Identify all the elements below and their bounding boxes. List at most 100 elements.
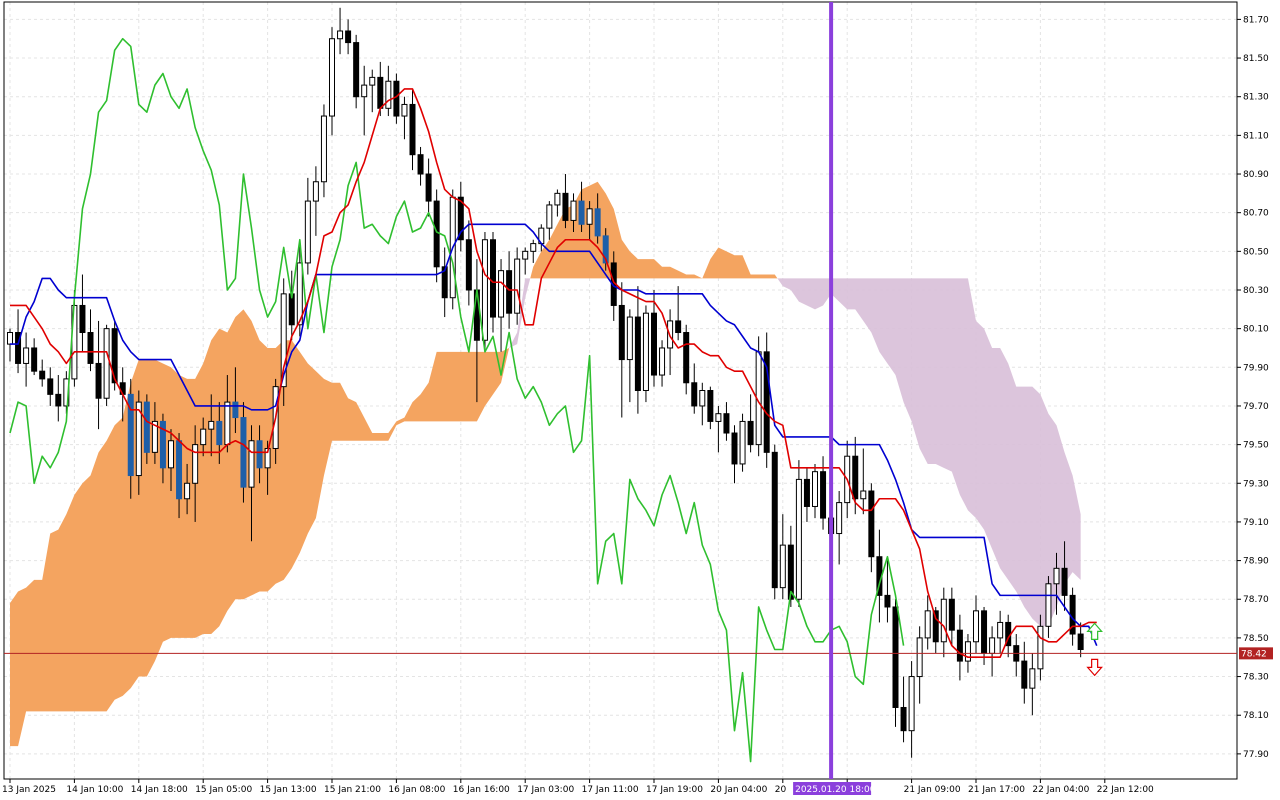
candle [312,166,319,236]
sell-signal-down-arrow-icon [1086,658,1103,677]
y-tick-label: 81.10 [1243,131,1269,141]
candle [892,599,899,727]
candle-body-bull [184,482,191,500]
candle [940,587,947,658]
candle [320,104,327,198]
candle-body-bull [224,401,231,446]
candle-body-bull [642,312,649,391]
candle-body-bull [570,200,577,221]
kumo-bullish-area [10,309,510,747]
candle [522,247,529,275]
candle [747,394,754,453]
candle-body-bull [320,115,327,183]
candle-body-bull [916,637,923,678]
candle-body-bear [216,420,223,446]
candle-body-bear [731,432,738,465]
candle [353,34,360,109]
buy-signal-up-arrow-icon [1086,622,1103,640]
x-tick-label: 22 Jan 04:00 [1032,785,1089,795]
candle [715,405,722,453]
candle-body-bull [1053,567,1060,585]
candle-body-bull [1045,583,1052,627]
y-tick-label: 78.30 [1243,673,1269,683]
candle-body-bear [393,80,400,117]
candle [369,69,376,113]
candle [103,324,110,406]
candle-body-bear [900,706,907,732]
y-tick-label: 79.70 [1243,402,1269,412]
x-tick-label: 17 Jan 11:00 [582,785,639,795]
candle [916,626,923,704]
candle-body-bear [852,455,859,500]
y-tick-label: 81.50 [1243,54,1269,64]
candle-body-bear [707,390,714,422]
candle [55,375,62,422]
candle [900,676,907,743]
candle [691,363,698,414]
candle-body-bear [39,370,46,380]
candle [425,158,432,217]
candle-body-bear [176,440,183,500]
candle-body-bear [956,629,963,662]
x-tick-label: 14 Jan 10:00 [66,785,123,795]
candle-body-bear [578,200,585,225]
candle-body-bull [248,440,255,488]
y-tick-label: 79.90 [1243,363,1269,373]
candle [667,309,674,376]
candle [304,177,311,275]
candle-body-bull [192,444,199,484]
y-tick-label: 78.10 [1243,711,1269,721]
candle-body-bear [55,393,62,407]
candle-body-bear [868,490,875,558]
ichimoku-price-chart[interactable]: 81.70 81.50 81.30 81.10 80.90 80.70 80.50 80.30… [0,0,1280,800]
candle-body-bear [87,332,94,364]
x-axis: 13 Jan 2025 14 Jan 10:00 14 Jan 18:00 15 Ja… [2,779,1154,795]
candle-body-bull [1029,668,1036,689]
candle-body-bull [361,84,368,98]
candle [23,332,30,387]
candle [1045,576,1052,638]
candle [465,220,472,306]
chart-window: 81.70 81.50 81.30 81.10 80.90 80.70 80.50 80.30… [0,0,1280,800]
candle [956,614,963,681]
candle-body-bull [7,332,13,345]
candle [498,259,505,352]
candle-body-bull [337,30,344,40]
candle [280,278,287,406]
candle-body-bull [312,181,319,202]
candle-body-bull [103,328,110,399]
candle [642,305,649,403]
candle [948,587,955,646]
y-tick-label: 80.10 [1243,325,1269,335]
candle [1021,641,1028,704]
candle [812,463,818,519]
candle [79,274,86,352]
candle-body-bear [417,154,424,175]
candle-body-bull [200,428,207,446]
candle-body-bear [240,417,247,488]
candle [731,425,738,484]
candle [441,247,448,318]
candle-body-bear [884,594,891,608]
candle-body-bull [554,192,561,206]
candle-body-bear [723,413,730,434]
candle-body-bull [924,610,931,639]
candle-body-bull [329,38,335,117]
candle-body-bull [23,347,30,364]
candle [457,181,464,252]
current-price-label: 78.42 [1241,649,1267,659]
y-tick-label: 80.50 [1243,247,1269,257]
x-tick-label: 13 Jan 2025 [2,785,56,795]
candle [530,239,537,263]
candle [763,332,770,468]
candle [514,247,521,325]
candle-body-bull [860,490,867,500]
candle-body-bull [659,347,666,376]
candle [795,460,802,607]
candle-body-bull [699,390,706,407]
candle [884,560,891,623]
candle-body-bull [626,316,633,361]
x-tick-label: 20 [775,785,787,795]
candle [634,286,641,414]
candle [562,174,569,229]
